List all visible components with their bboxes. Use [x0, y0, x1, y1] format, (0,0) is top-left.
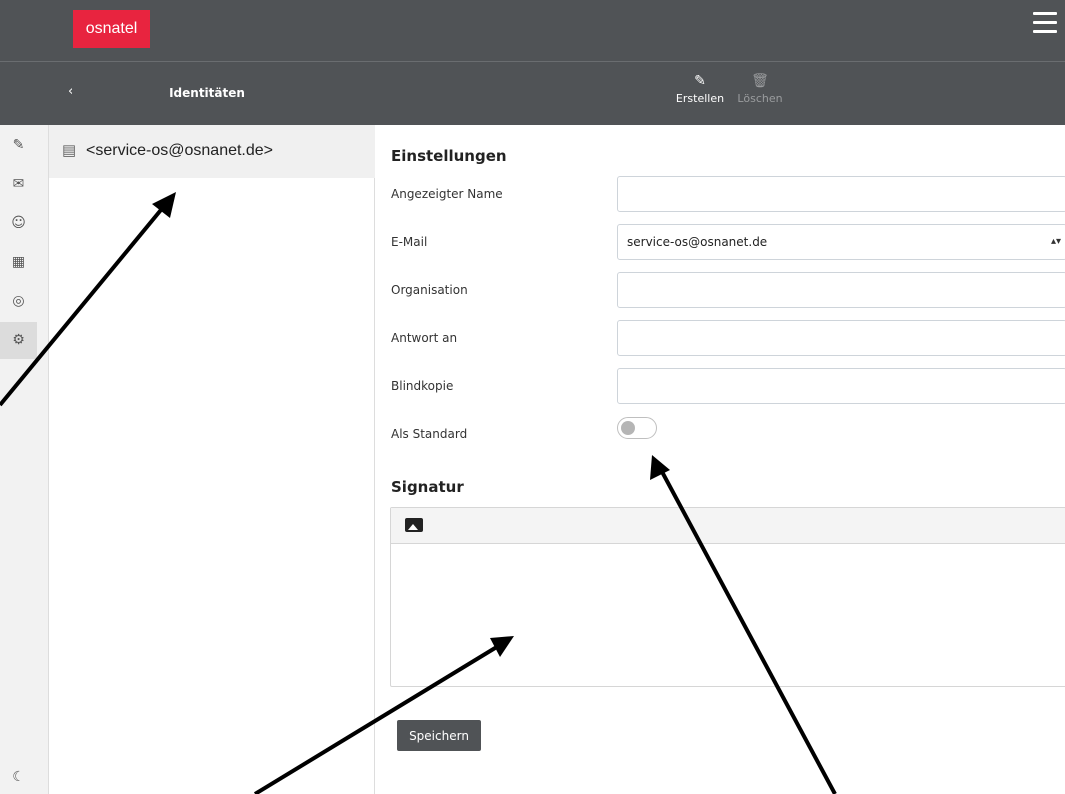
- arrow-to-toggle: [658, 467, 837, 794]
- arrow-head-toggle: [650, 455, 670, 480]
- arrow-to-signature: [253, 643, 502, 794]
- arrow-to-list: [0, 203, 167, 407]
- annotation-arrows: [0, 192, 837, 794]
- arrow-head-signature: [490, 636, 514, 657]
